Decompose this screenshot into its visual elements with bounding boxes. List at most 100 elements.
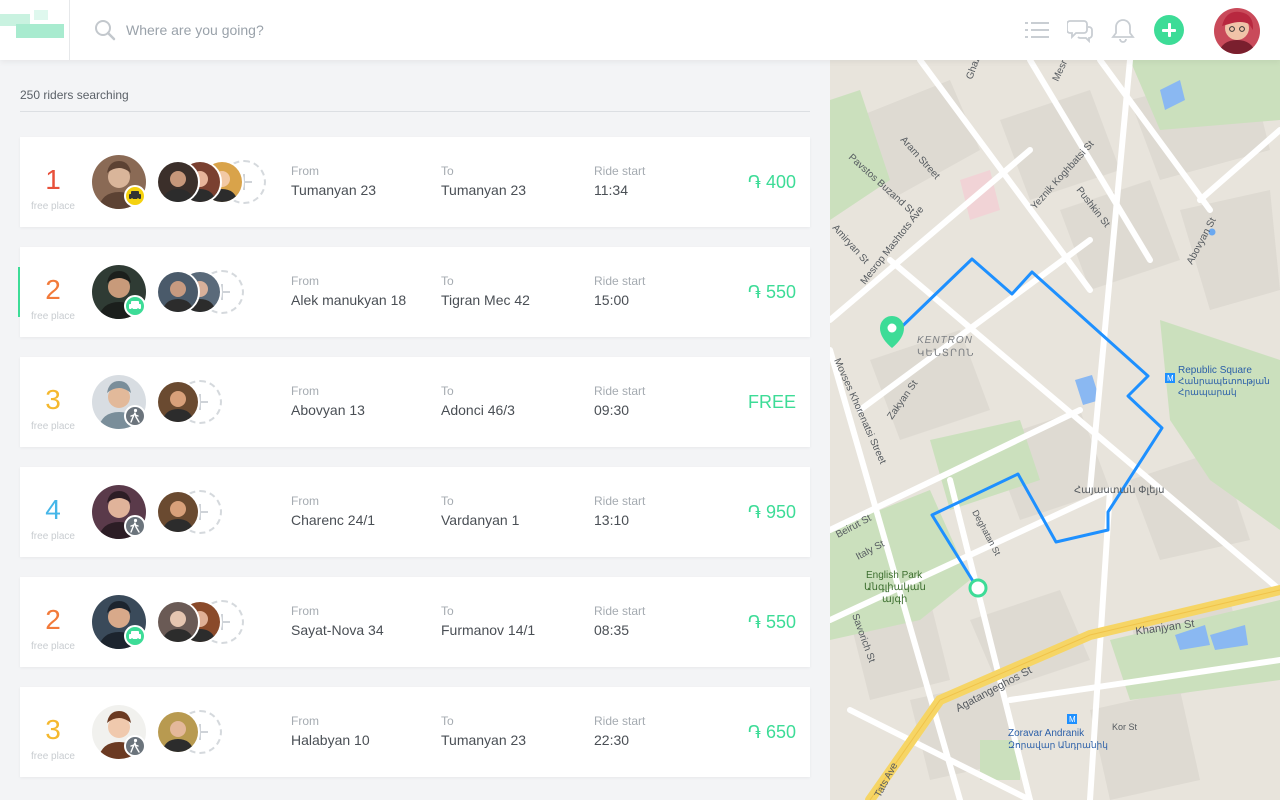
- to-label: To: [441, 274, 454, 288]
- ride-start-value: 22:30: [594, 732, 630, 748]
- from-value: Halabyan 10: [291, 732, 370, 748]
- free-seats-count: 3: [45, 384, 61, 415]
- map-label: Զորավար Անդրանիկ: [1008, 740, 1108, 750]
- passenger-avatar[interactable]: [156, 380, 200, 424]
- free-place-label: free place: [31, 311, 75, 322]
- ride-price: ֏ 550: [747, 612, 796, 632]
- chat-icon[interactable]: [1067, 17, 1093, 43]
- from-value: Alek manukyan 18: [291, 292, 407, 308]
- add-ride-button[interactable]: [1154, 15, 1184, 45]
- free-place-label: free place: [31, 641, 75, 652]
- ride-card[interactable]: 4 free place From Charenc 24/1 To Vardanyan 1…: [20, 467, 810, 557]
- to-label: To: [441, 384, 454, 398]
- ride-start-value: 15:00: [594, 292, 630, 308]
- map-label: Հրապարակ: [1178, 387, 1237, 397]
- from-value: Charenc 24/1: [291, 512, 376, 528]
- ride-price: ֏ 650: [747, 722, 796, 742]
- to-value: Vardanyan 1: [441, 512, 520, 528]
- map-label: Հանրապետության: [1178, 376, 1270, 386]
- svg-text:M: M: [1069, 715, 1076, 724]
- free-seats-count: 2: [45, 604, 61, 635]
- ride-card[interactable]: 2 free place From Alek manukyan 18 To Tigran …: [18, 247, 810, 337]
- app-logo[interactable]: [0, 0, 70, 60]
- free-place-label: free place: [31, 201, 75, 212]
- to-value: Tigran Mec 42: [441, 292, 530, 308]
- from-label: From: [291, 164, 319, 178]
- ride-price: FREE: [747, 392, 796, 412]
- free-seats-count: 3: [45, 714, 61, 745]
- map-label: Անգլիական: [864, 582, 926, 593]
- svg-text:M: M: [1167, 374, 1174, 383]
- metro-icon: M: [1067, 714, 1077, 724]
- ride-start-value: 09:30: [594, 402, 630, 418]
- ride-start-value: 13:10: [594, 512, 630, 528]
- passenger-avatar[interactable]: [156, 490, 200, 534]
- map-label: Zoravar Andranik: [1008, 728, 1085, 739]
- map-label: այգի: [882, 594, 907, 605]
- taxi-icon: [124, 185, 146, 207]
- map-label: Հայաստան Փլեյս: [1074, 485, 1165, 496]
- map-label: Kor St: [1112, 722, 1138, 732]
- free-seats-count: 1: [45, 164, 61, 195]
- walking-icon: [124, 405, 146, 427]
- free-place-label: free place: [31, 751, 75, 762]
- route-map[interactable]: M M Ghaza Mesr Aram Street Pavstos Buzan…: [830, 60, 1280, 800]
- ride-price: ֏ 950: [747, 502, 796, 522]
- riders-count: 250 riders searching: [20, 88, 129, 102]
- to-value: Adonci 46/3: [441, 402, 515, 418]
- top-header: [0, 0, 1280, 60]
- search-icon: [95, 20, 116, 41]
- from-value: Tumanyan 23: [291, 182, 377, 198]
- ride-start-label: Ride start: [594, 164, 646, 178]
- free-seats-count: 2: [45, 274, 61, 305]
- ride-card[interactable]: 3 free place From Halabyan 10 To Tumanyan 23 R…: [20, 687, 810, 777]
- ride-start-value: 11:34: [594, 182, 628, 198]
- to-label: To: [441, 714, 454, 728]
- ride-start-value: 08:35: [594, 622, 630, 638]
- passenger-avatar[interactable]: [156, 270, 200, 314]
- from-label: From: [291, 604, 319, 618]
- to-label: To: [441, 164, 454, 178]
- map-label: English Park: [866, 570, 923, 581]
- map-label: ԿԵՆՏՐՈՆ: [917, 348, 975, 359]
- from-value: Abovyan 13: [291, 402, 365, 418]
- passenger-avatar[interactable]: [156, 600, 200, 644]
- to-label: To: [441, 494, 454, 508]
- ride-price: ֏ 400: [747, 172, 796, 192]
- ride-start-label: Ride start: [594, 494, 646, 508]
- search-input[interactable]: [118, 16, 718, 44]
- from-label: From: [291, 274, 319, 288]
- free-place-label: free place: [31, 421, 75, 432]
- ride-card[interactable]: 2 free place From Sayat-Nova 34 To Furmanov 1…: [20, 577, 810, 667]
- end-point-icon[interactable]: [968, 578, 988, 598]
- walking-icon: [124, 515, 146, 537]
- to-label: To: [441, 604, 454, 618]
- car-icon: [124, 625, 146, 647]
- ride-start-label: Ride start: [594, 384, 646, 398]
- walking-icon: [124, 735, 146, 757]
- from-value: Sayat-Nova 34: [291, 622, 384, 638]
- from-label: From: [291, 714, 319, 728]
- metro-icon: M: [1165, 373, 1175, 383]
- from-label: From: [291, 384, 319, 398]
- ride-start-label: Ride start: [594, 274, 646, 288]
- divider: [20, 111, 810, 112]
- passenger-avatar[interactable]: [156, 160, 200, 204]
- from-label: From: [291, 494, 319, 508]
- to-value: Furmanov 14/1: [441, 622, 536, 638]
- ride-card[interactable]: 1 free place From Tumanyan 23 To Tumanyan 23 R…: [20, 137, 810, 227]
- passenger-avatar[interactable]: [156, 710, 200, 754]
- ride-card[interactable]: 3 free place From Abovyan 13 To Adonci 46/3 Ri…: [20, 357, 810, 447]
- free-seats-count: 4: [45, 494, 61, 525]
- bell-icon[interactable]: [1110, 17, 1136, 43]
- to-value: Tumanyan 23: [441, 732, 527, 748]
- ride-price: ֏ 550: [747, 282, 796, 302]
- list-icon[interactable]: [1024, 17, 1050, 43]
- car-icon: [124, 295, 146, 317]
- map-label: Republic Square: [1178, 365, 1252, 376]
- user-avatar[interactable]: [1214, 8, 1260, 54]
- to-value: Tumanyan 23: [441, 182, 527, 198]
- free-place-label: free place: [31, 531, 75, 542]
- ride-start-label: Ride start: [594, 714, 646, 728]
- map-label: KENTRON: [917, 335, 973, 346]
